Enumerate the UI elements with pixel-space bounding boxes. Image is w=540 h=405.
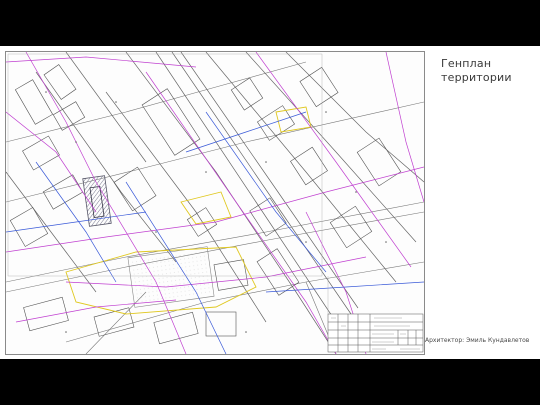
- author-caption: Архитектор: Эмиль Кундавлетов: [425, 337, 530, 344]
- slide-title: Генплан территории: [441, 57, 512, 84]
- slide: Генплан территории Архитектор: Эмиль Кун…: [0, 46, 540, 359]
- master-plan-drawing: [5, 51, 425, 355]
- title-block: [327, 313, 424, 353]
- site-plan-image: [6, 52, 424, 354]
